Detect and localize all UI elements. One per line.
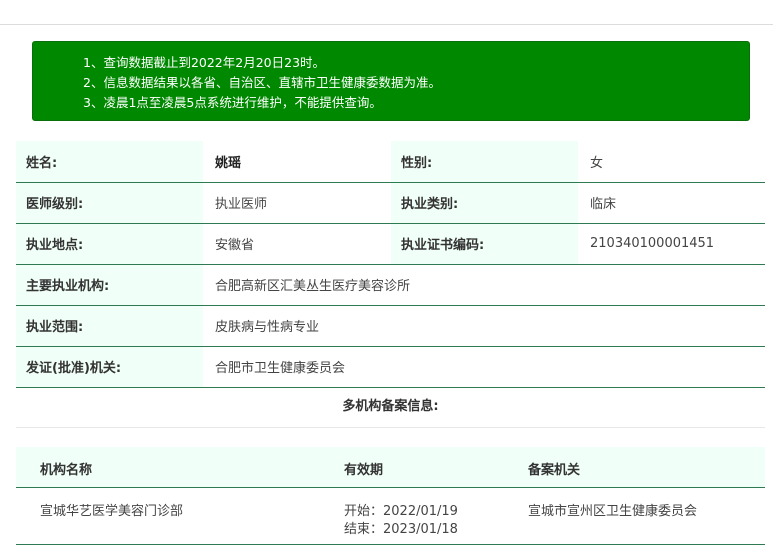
multi-institution-title: 多机构备案信息: — [342, 399, 439, 414]
query-notice: 1、查询数据截止到2022年2月20日23时。 2、信息数据结果以各省、自治区、… — [32, 41, 750, 121]
gender-label: 性别: — [391, 141, 578, 183]
name-value: 姚瑶 — [203, 141, 391, 183]
top-divider — [0, 24, 773, 25]
table-row: 宣城华艺医学美容门诊部 开始：2022/01/19 结束：2023/01/18 … — [16, 489, 765, 545]
table-row: 执业范围: 皮肤病与性病专业 — [16, 305, 765, 347]
gender-value: 女 — [578, 141, 765, 183]
header-institution-name: 机构名称 — [40, 463, 93, 478]
header-validity: 有效期 — [344, 463, 384, 478]
table-row: 医师级别: 执业医师 执业类别: 临床 — [16, 182, 765, 224]
table-row: 发证(批准)机关: 合肥市卫生健康委员会 — [16, 346, 765, 388]
table-row: 执业地点: 安徽省 执业证书编码: 210340100001451 — [16, 223, 765, 265]
header-authority: 备案机关 — [528, 463, 581, 478]
scope-value: 皮肤病与性病专业 — [203, 305, 765, 347]
notice-line: 1、查询数据截止到2022年2月20日23时。 — [83, 55, 326, 70]
scope-label: 执业范围: — [16, 305, 203, 347]
multi-table-header: 机构名称 有效期 备案机关 — [16, 447, 765, 488]
notice-line: 2、信息数据结果以各省、自治区、直辖市卫生健康委数据为准。 — [83, 75, 441, 90]
row-authority: 宣城市宣州区卫生健康委员会 — [528, 504, 698, 519]
row-validity-end: 结束：2023/01/18 — [344, 522, 458, 537]
divider — [16, 427, 765, 428]
issuer-value: 合肥市卫生健康委员会 — [203, 346, 765, 388]
row-validity-start: 开始：2022/01/19 — [344, 504, 458, 519]
issuer-label: 发证(批准)机关: — [16, 346, 203, 388]
category-value: 临床 — [578, 182, 765, 224]
level-label: 医师级别: — [16, 182, 203, 224]
doctor-info-table: 姓名: 姚瑶 性别: 女 医师级别: 执业医师 执业类别: 临床 执业地点: 安… — [16, 141, 765, 388]
level-value: 执业医师 — [203, 182, 391, 224]
institution-value: 合肥高新区汇美丛生医疗美容诊所 — [203, 264, 765, 306]
institution-label: 主要执业机构: — [16, 264, 203, 306]
location-label: 执业地点: — [16, 223, 203, 265]
cert-value: 210340100001451 — [578, 223, 765, 265]
category-label: 执业类别: — [391, 182, 578, 224]
row-institution-name: 宣城华艺医学美容门诊部 — [40, 504, 184, 519]
name-label: 姓名: — [16, 141, 203, 183]
table-row: 姓名: 姚瑶 性别: 女 — [16, 141, 765, 183]
cert-label: 执业证书编码: — [391, 223, 578, 265]
table-row: 主要执业机构: 合肥高新区汇美丛生医疗美容诊所 — [16, 264, 765, 306]
notice-line: 3、凌晨1点至凌晨5点系统进行维护，不能提供查询。 — [83, 95, 382, 110]
location-value: 安徽省 — [203, 223, 391, 265]
